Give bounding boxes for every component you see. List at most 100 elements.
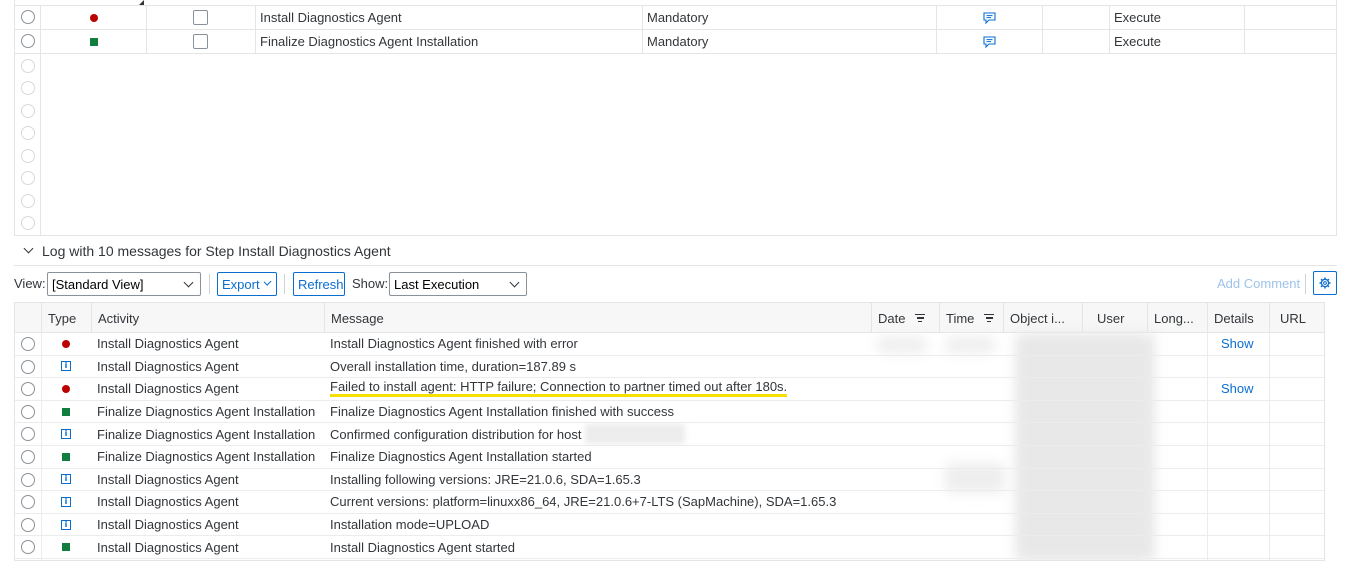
table-row[interactable]: i Install Diagnostics Agent Overall inst… [15,356,1324,379]
show-select[interactable]: Last Execution [389,272,527,296]
info-icon: i [61,519,71,530]
column-header-user[interactable]: User [1082,303,1147,333]
success-icon [62,543,70,552]
comment-icon[interactable] [982,35,996,48]
radio-button[interactable] [21,337,35,351]
status-cell [41,6,146,29]
toolbar-separator [284,274,285,294]
table-row[interactable]: Finalize Diagnostics Agent Installation … [15,401,1324,424]
header-edge [15,0,1336,6]
error-icon [62,339,70,348]
details-link[interactable]: Show [1207,378,1269,400]
settings-button[interactable] [1313,271,1337,295]
select-all-header[interactable] [15,303,41,333]
radio-button [21,216,35,230]
step-type: Mandatory [647,10,709,25]
activity-cell: Install Diagnostics Agent [97,517,239,533]
activity-cell: Install Diagnostics Agent [97,494,239,510]
chevron-down-icon [183,277,194,288]
column-header-type[interactable]: Type [41,303,91,333]
add-comment-button[interactable]: Add Comment [1217,276,1300,291]
highlighted-error-message: Failed to install agent: HTTP failure; C… [330,380,788,398]
step-row[interactable]: Finalize Diagnostics Agent Installation … [15,30,1336,54]
type-cell [41,446,91,468]
table-row[interactable]: Install Diagnostics Agent Install Diagno… [15,333,1324,356]
radio-button[interactable] [21,427,35,442]
radio-button [21,194,35,208]
error-status-icon [89,13,98,22]
info-icon: i [61,429,71,440]
radio-button[interactable] [21,472,35,487]
type-cell: i [41,469,91,491]
radio-button[interactable] [21,495,35,510]
step-row[interactable]: Install Diagnostics Agent Mandatory Exec… [15,6,1336,30]
log-table: Type Activity Message Date Time Object i… [14,302,1325,561]
resize-handle-icon[interactable] [139,0,144,5]
type-cell [41,333,91,355]
log-toolbar: View: [Standard View] Export Refresh Sho… [14,270,1337,298]
column-header-time[interactable]: Time [939,303,1003,333]
log-panel-header[interactable]: Log with 10 messages for Step Install Di… [14,236,1337,266]
activity-cell: Install Diagnostics Agent [97,336,239,352]
step-checkbox[interactable] [193,34,208,49]
column-header-date-label: Date [878,310,906,326]
comment-icon[interactable] [982,11,996,24]
step-name: Install Diagnostics Agent [260,10,402,25]
view-select[interactable]: [Standard View] [47,272,201,296]
step-name: Finalize Diagnostics Agent Installation [260,34,479,49]
message-cell: Installing following versions: JRE=21.0.… [330,471,641,487]
radio-button[interactable] [21,450,35,464]
activity-cell: Finalize Diagnostics Agent Installation [97,426,316,442]
column-header-object-id[interactable]: Object i... [1003,303,1082,333]
activity-cell: Install Diagnostics Agent [97,539,239,555]
radio-button[interactable] [21,359,35,374]
column-divider [1244,6,1245,54]
activity-cell: Install Diagnostics Agent [97,471,239,487]
radio-button[interactable] [21,404,35,419]
toolbar-separator [209,274,210,294]
success-icon [62,452,70,461]
details-link[interactable]: Show [1207,333,1269,355]
checkbox-cell[interactable] [146,6,255,29]
steps-table: Install Diagnostics Agent Mandatory Exec… [14,0,1337,236]
radio-button[interactable] [21,34,35,48]
export-button[interactable]: Export [217,272,277,296]
radio-button[interactable] [21,382,35,397]
message-cell: Finalize Diagnostics Agent Installation … [330,449,592,465]
column-header-url[interactable]: URL [1269,303,1324,333]
column-divider [642,6,643,54]
message-cell: Overall installation time, duration=187.… [330,358,577,374]
refresh-button[interactable]: Refresh [293,272,345,296]
table-row[interactable]: i Install Diagnostics Agent Installation… [15,514,1324,537]
chevron-down-icon[interactable] [23,243,34,254]
table-row[interactable]: i Finalize Diagnostics Agent Installatio… [15,423,1324,446]
column-divider [255,6,256,54]
step-checkbox[interactable] [193,10,208,25]
row-selector[interactable] [15,6,41,29]
table-row[interactable]: i Install Diagnostics Agent Current vers… [15,491,1324,514]
table-row[interactable]: i Install Diagnostics Agent Installing f… [15,469,1324,492]
step-action[interactable]: Execute [1109,6,1244,29]
radio-button[interactable] [21,10,35,24]
radio-button[interactable] [21,540,35,555]
radio-button [21,59,35,73]
table-row[interactable]: Install Diagnostics Agent Install Diagno… [15,536,1324,559]
empty-rows-selector [15,54,41,236]
gear-icon [1319,277,1331,289]
chevron-down-icon [263,277,272,287]
column-header-date[interactable]: Date [871,303,939,333]
column-header-message[interactable]: Message [324,303,871,333]
column-header-long-text[interactable]: Long... [1147,303,1207,333]
comment-cell[interactable] [936,6,1042,29]
table-row[interactable]: Install Diagnostics Agent Failed to inst… [15,378,1324,401]
column-header-time-label: Time [946,310,975,326]
radio-button[interactable] [21,517,35,532]
column-header-details[interactable]: Details [1207,303,1269,333]
comment-cell[interactable] [936,30,1042,53]
table-row[interactable]: Finalize Diagnostics Agent Installation … [15,446,1324,469]
step-action[interactable]: Execute [1109,30,1244,53]
toolbar-separator [1305,274,1306,294]
row-selector[interactable] [15,30,41,53]
checkbox-cell[interactable] [146,30,255,53]
column-header-activity[interactable]: Activity [91,303,324,333]
